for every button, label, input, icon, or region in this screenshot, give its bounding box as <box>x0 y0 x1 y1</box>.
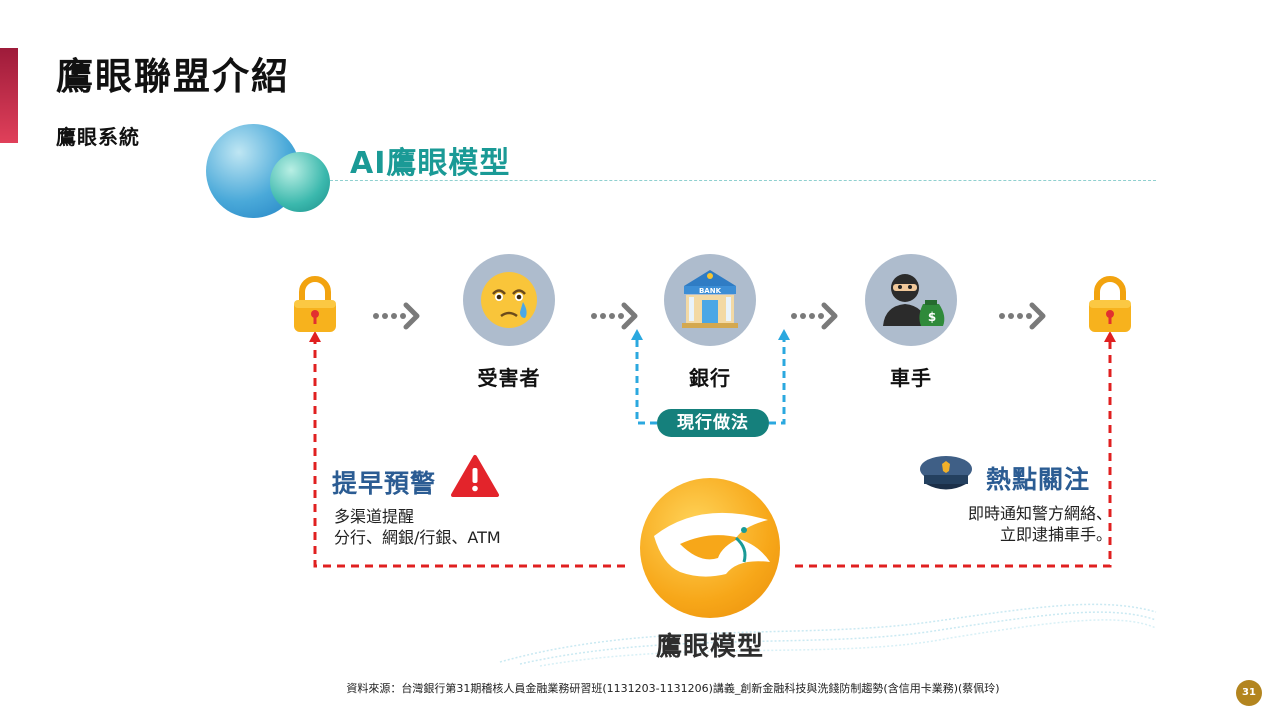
node-label-bank: 銀行 <box>689 366 731 390</box>
page-number-badge: 31 <box>1236 680 1262 706</box>
hotspot-heading: 熱點關注 <box>986 465 1091 494</box>
money-bag-icon-text: $ <box>928 310 936 324</box>
node-label-victim: 受害者 <box>477 366 541 390</box>
blue-dashed-connector-right <box>769 338 786 425</box>
dotted-arrow-icon-3 <box>790 302 842 330</box>
warning-triangle-icon <box>450 454 500 498</box>
flow-node-bank: BANK 銀行 <box>651 254 769 391</box>
hotspot-line-2: 立即逮捕車手。 <box>999 525 1112 544</box>
decorative-wave <box>499 603 1157 667</box>
source-note: 資料來源：台灣銀行第31期稽核人員金融業務研習班(1131203-1131206… <box>346 682 1000 695</box>
early-warning-heading: 提早預警 <box>332 469 437 498</box>
flow-node-money-mule: $ 車手 <box>852 254 970 391</box>
thief-with-money-bag-icon: $ <box>865 254 957 346</box>
crying-face-icon <box>463 254 555 346</box>
node-label-money-mule: 車手 <box>890 366 932 390</box>
early-warning-line-2: 分行、網銀/行銀、ATM <box>334 528 501 547</box>
logo-label: 鷹眼模型 <box>655 632 764 662</box>
flow-node-victim: 受害者 <box>450 254 568 391</box>
early-warning-text: 多渠道提醒 分行、網銀/行銀、ATM <box>334 506 501 548</box>
lock-icon-left <box>292 276 338 334</box>
bank-icon-text: BANK <box>699 287 722 295</box>
lock-icon-right <box>1087 276 1133 334</box>
early-warning-line-1: 多渠道提醒 <box>334 507 415 526</box>
dotted-arrow-icon-2 <box>590 302 642 330</box>
dotted-arrow-icon-4 <box>998 302 1050 330</box>
bank-icon: BANK <box>664 254 756 346</box>
current-practice-badge: 現行做法 <box>657 409 769 437</box>
dotted-arrow-icon-1 <box>372 302 424 330</box>
police-cap-icon <box>918 453 974 495</box>
hotspot-line-1: 即時通知警方網絡、 <box>967 504 1112 523</box>
eagle-logo-icon <box>640 478 780 618</box>
hotspot-text: 即時通知警方網絡、 立即逮捕車手。 <box>900 503 1112 545</box>
